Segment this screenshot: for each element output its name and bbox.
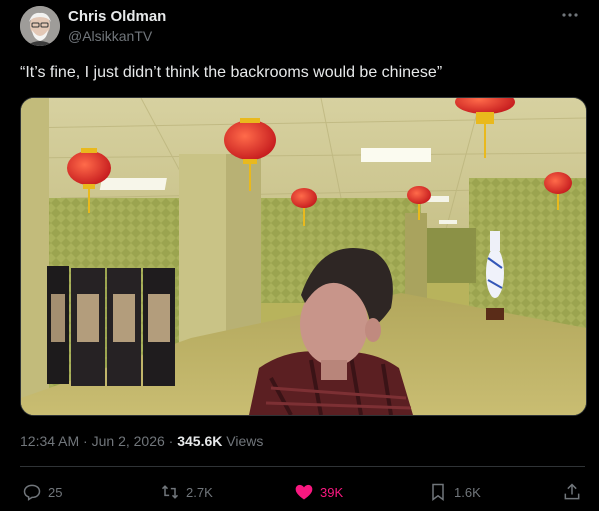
avatar[interactable] <box>20 6 60 46</box>
reply-icon <box>23 484 41 501</box>
more-horizontal-icon <box>562 13 578 17</box>
repost-button[interactable]: 2.7K <box>160 478 213 506</box>
author-name[interactable]: Chris Oldman <box>68 8 166 25</box>
repost-icon <box>161 485 179 499</box>
bookmark-count: 1.6K <box>454 484 481 500</box>
tweet-date[interactable]: Jun 2, 2026 <box>92 433 165 449</box>
heart-icon <box>295 484 313 500</box>
repost-count: 2.7K <box>186 484 213 500</box>
share-icon <box>564 483 580 500</box>
action-bar: 25 2.7K 39K 1.6K <box>0 478 599 506</box>
backrooms-image <box>21 98 586 415</box>
separator: · <box>83 433 88 449</box>
reply-count: 25 <box>48 484 63 500</box>
bookmark-button[interactable]: 1.6K <box>428 478 481 506</box>
tweet-text: “It’s fine, I just didn’t think the back… <box>20 64 443 81</box>
reply-button[interactable]: 25 <box>22 478 62 506</box>
tweet-time[interactable]: 12:34 AM <box>20 433 79 449</box>
avatar-photo-icon <box>20 6 60 46</box>
like-button[interactable]: 39K <box>294 478 343 506</box>
share-button[interactable] <box>562 478 588 506</box>
bookmark-icon <box>432 483 444 501</box>
tweet-media[interactable] <box>20 97 587 416</box>
like-count: 39K <box>320 484 344 500</box>
more-options-button[interactable] <box>559 6 581 24</box>
folding-screen <box>47 266 175 386</box>
views-count: 345.6K <box>177 433 223 449</box>
author-handle[interactable]: @AlsikkanTV <box>68 28 152 44</box>
separator: · <box>168 433 174 449</box>
tweet-meta: 12:34 AM · Jun 2, 2026 · 345.6K Views <box>20 433 263 449</box>
divider <box>20 466 585 467</box>
views-label: Views <box>226 433 264 449</box>
